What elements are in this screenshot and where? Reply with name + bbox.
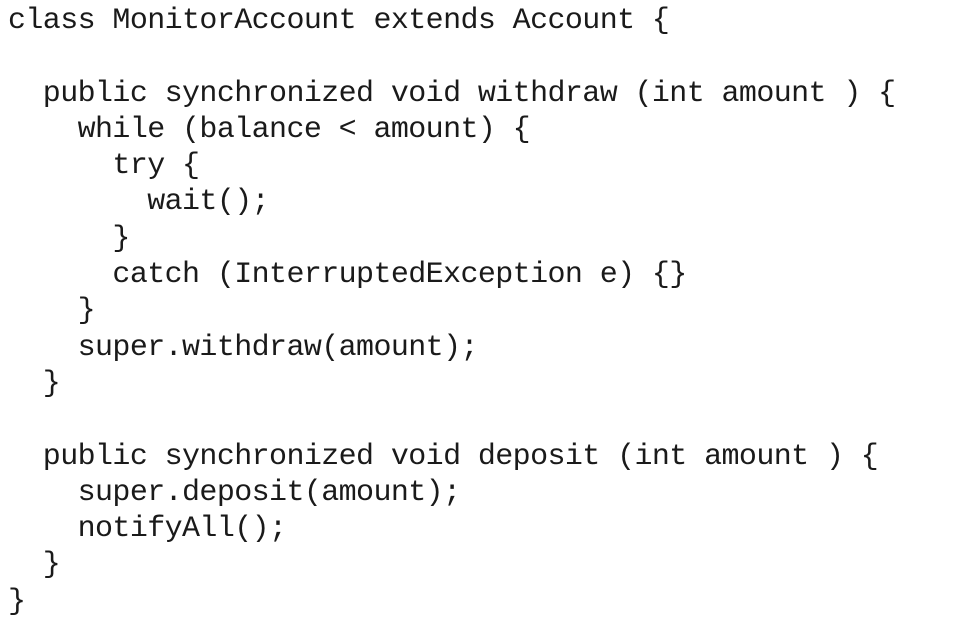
- code-line-withdraw-signature: public synchronized void withdraw (int a…: [8, 76, 896, 111]
- code-line-class-declaration: class MonitorAccount extends Account {: [8, 4, 670, 38]
- code-line-withdraw-close: }: [8, 366, 61, 401]
- code-line-catch: catch (InterruptedException e) {}: [8, 258, 687, 293]
- code-line-deposit-close: }: [8, 548, 61, 583]
- code-line-super-deposit: super.deposit(amount);: [8, 475, 461, 510]
- code-line-deposit-signature: public synchronized void deposit (int am…: [8, 439, 879, 474]
- code-line-notify-all: notifyAll();: [8, 512, 287, 547]
- code-line-try: try {: [8, 149, 200, 184]
- code-line-while: while (balance < amount) {: [8, 112, 531, 147]
- code-line-while-close: }: [8, 294, 96, 329]
- code-line-wait: wait();: [8, 185, 270, 220]
- code-line-super-withdraw: super.withdraw(amount);: [8, 330, 479, 365]
- code-block: class MonitorAccount extends Account { p…: [8, 3, 896, 620]
- code-line-try-close: }: [8, 221, 130, 256]
- code-line-class-close: }: [8, 584, 26, 619]
